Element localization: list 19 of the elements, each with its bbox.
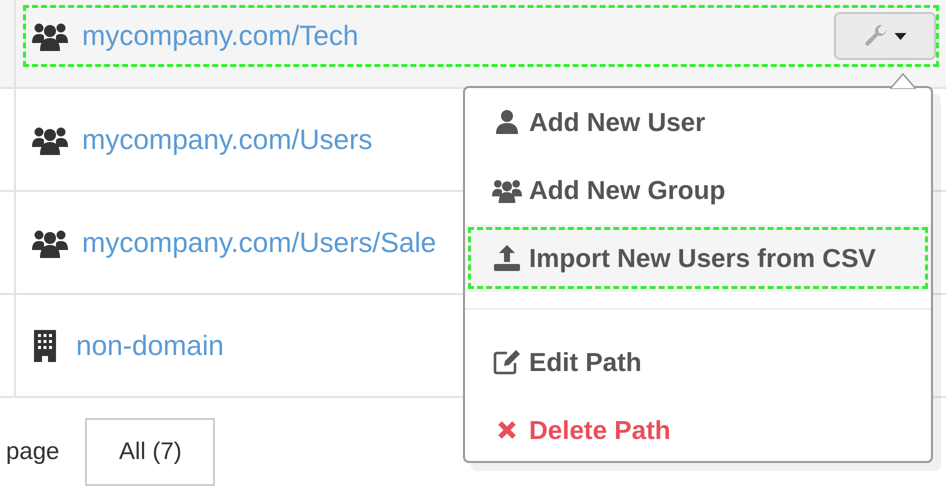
page-size-button[interactable]: All (7) xyxy=(85,418,216,486)
caret-icon xyxy=(894,32,906,40)
menu-item[interactable]: Add New Group xyxy=(465,156,931,224)
wrench-icon xyxy=(864,24,888,48)
building-icon xyxy=(34,330,56,362)
group-icon xyxy=(32,124,68,154)
group-icon xyxy=(32,228,68,258)
edit-icon xyxy=(493,349,521,375)
menu-item[interactable]: Edit Path xyxy=(465,328,931,396)
close-icon xyxy=(497,420,517,440)
user-icon xyxy=(496,110,518,134)
page-label: page xyxy=(6,438,60,466)
menu-item[interactable]: Add New User xyxy=(465,88,931,156)
group-icon xyxy=(492,178,522,202)
menu-item[interactable]: Delete Path xyxy=(465,396,931,464)
group-icon xyxy=(32,21,68,51)
tools-dropdown-button[interactable] xyxy=(834,12,936,60)
upload-icon xyxy=(494,245,520,271)
menu-item[interactable]: Import New Users from CSV xyxy=(465,224,931,292)
